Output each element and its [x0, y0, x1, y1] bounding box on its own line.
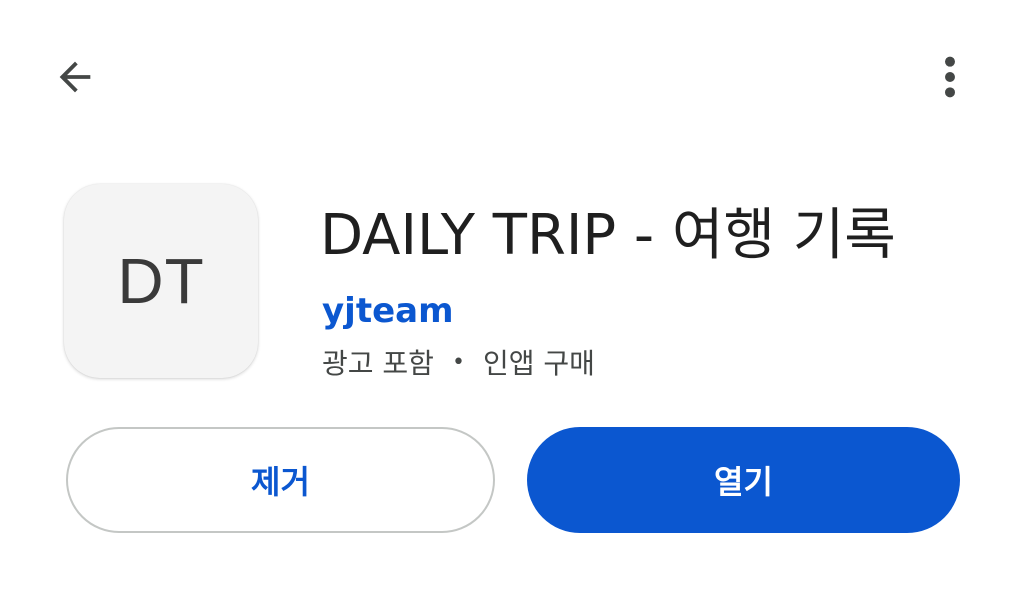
- more-options-button[interactable]: [918, 44, 982, 110]
- in-app-purchases-label: 인앱 구매: [482, 347, 595, 380]
- meta-separator: •: [451, 349, 465, 375]
- open-button[interactable]: 열기: [527, 427, 960, 533]
- app-details-page: DT DAILY TRIP - 여행 기록 yjteam 광고 포함 • 인앱 …: [0, 0, 1024, 604]
- top-app-bar: [0, 0, 1024, 150]
- app-meta-row: 광고 포함 • 인앱 구매: [322, 340, 595, 384]
- app-icon-monogram: DT: [117, 245, 205, 317]
- developer-link[interactable]: yjteam: [322, 288, 454, 334]
- app-title: DAILY TRIP - 여행 기록: [320, 203, 896, 268]
- more-vert-icon: [945, 56, 955, 98]
- uninstall-button[interactable]: 제거: [66, 427, 495, 533]
- back-button[interactable]: [42, 44, 108, 110]
- arrow-back-icon: [59, 61, 91, 93]
- contains-ads-label: 광고 포함: [322, 347, 434, 380]
- app-icon: DT: [64, 184, 258, 378]
